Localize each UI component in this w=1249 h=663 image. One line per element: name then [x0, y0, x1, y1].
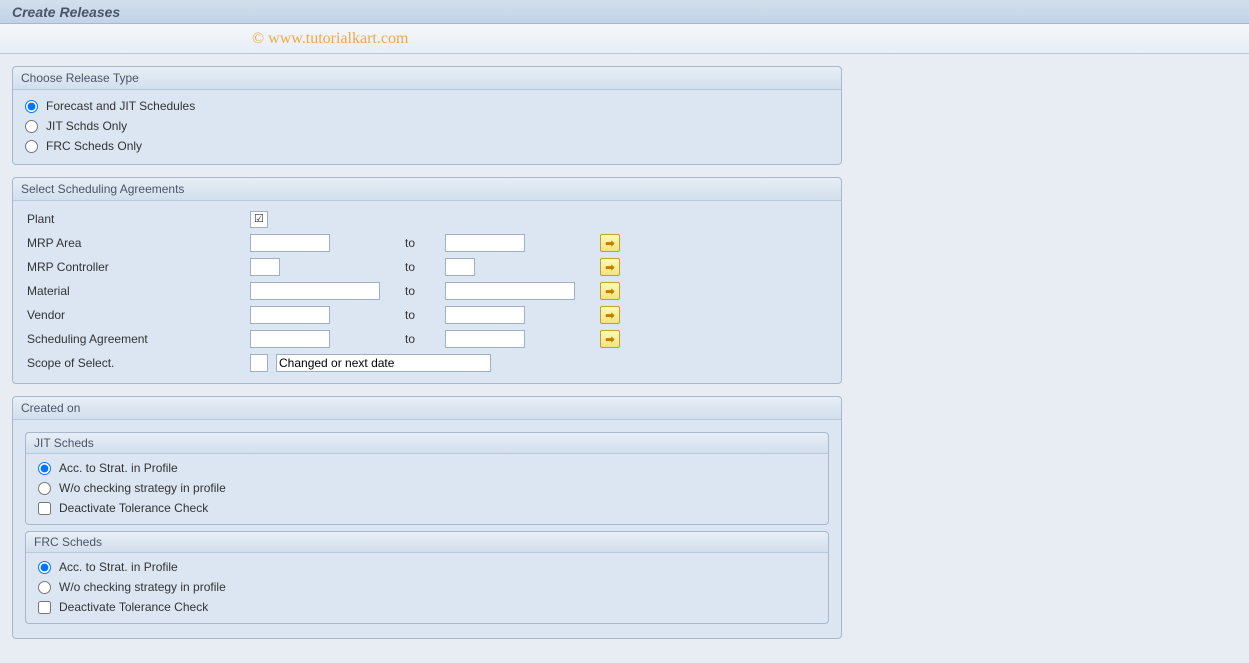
- radio-jit-only[interactable]: [25, 120, 38, 133]
- scope-text-input[interactable]: [276, 354, 491, 372]
- toolbar: © www.tutorialkart.com: [0, 24, 1249, 54]
- page-title: Create Releases: [12, 4, 120, 20]
- scheduling-agreements-title: Select Scheduling Agreements: [13, 178, 841, 201]
- radio-forecast-jit[interactable]: [25, 100, 38, 113]
- checkbox-jit-deactivate-tolerance[interactable]: [38, 502, 51, 515]
- mrp-controller-label: MRP Controller: [25, 260, 250, 274]
- material-from-input[interactable]: [250, 282, 380, 300]
- radio-frc-wo-checking[interactable]: [38, 581, 51, 594]
- title-bar: Create Releases: [0, 0, 1249, 24]
- to-label-2: to: [405, 260, 445, 274]
- to-label-4: to: [405, 308, 445, 322]
- created-on-content: JIT Scheds Acc. to Strat. in Profile W/o…: [13, 420, 841, 638]
- arrow-right-icon: ➡: [605, 309, 614, 322]
- created-on-group: Created on JIT Scheds Acc. to Strat. in …: [12, 396, 842, 639]
- to-label-5: to: [405, 332, 445, 346]
- release-type-group: Choose Release Type Forecast and JIT Sch…: [12, 66, 842, 165]
- material-to-input[interactable]: [445, 282, 575, 300]
- label-frc-acc-strat[interactable]: Acc. to Strat. in Profile: [59, 560, 178, 574]
- mrp-controller-from-input[interactable]: [250, 258, 280, 276]
- vendor-to-input[interactable]: [445, 306, 525, 324]
- vendor-from-input[interactable]: [250, 306, 330, 324]
- release-type-content: Forecast and JIT Schedules JIT Schds Onl…: [13, 90, 841, 164]
- frc-scheds-content: Acc. to Strat. in Profile W/o checking s…: [26, 553, 828, 623]
- vendor-label: Vendor: [25, 308, 250, 322]
- mrp-area-to-input[interactable]: [445, 234, 525, 252]
- scheduling-agreement-label: Scheduling Agreement: [25, 332, 250, 346]
- scope-label: Scope of Select.: [25, 356, 250, 370]
- radio-jit-wo-checking[interactable]: [38, 482, 51, 495]
- scope-code-input[interactable]: [250, 354, 268, 372]
- mrp-controller-multiselect-button[interactable]: ➡: [600, 258, 620, 276]
- radio-frc-acc-strat[interactable]: [38, 561, 51, 574]
- mrp-area-label: MRP Area: [25, 236, 250, 250]
- arrow-right-icon: ➡: [605, 237, 614, 250]
- label-jit-only[interactable]: JIT Schds Only: [46, 119, 127, 133]
- plant-checkbox[interactable]: ☑: [250, 211, 268, 228]
- to-label-1: to: [405, 236, 445, 250]
- label-jit-wo-checking[interactable]: W/o checking strategy in profile: [59, 481, 226, 495]
- watermark-text: © www.tutorialkart.com: [12, 30, 408, 48]
- content-area: Choose Release Type Forecast and JIT Sch…: [0, 54, 1249, 663]
- jit-scheds-content: Acc. to Strat. in Profile W/o checking s…: [26, 454, 828, 524]
- arrow-right-icon: ➡: [605, 261, 614, 274]
- mrp-controller-to-input[interactable]: [445, 258, 475, 276]
- label-frc-only[interactable]: FRC Scheds Only: [46, 139, 142, 153]
- scheduling-agreement-to-input[interactable]: [445, 330, 525, 348]
- frc-scheds-group: FRC Scheds Acc. to Strat. in Profile W/o…: [25, 531, 829, 624]
- jit-scheds-group: JIT Scheds Acc. to Strat. in Profile W/o…: [25, 432, 829, 525]
- frc-scheds-title: FRC Scheds: [26, 532, 828, 553]
- radio-jit-acc-strat[interactable]: [38, 462, 51, 475]
- release-type-title: Choose Release Type: [13, 67, 841, 90]
- material-label: Material: [25, 284, 250, 298]
- arrow-right-icon: ➡: [605, 333, 614, 346]
- plant-label: Plant: [25, 212, 250, 226]
- scheduling-agreements-content: Plant ☑ MRP Area to ➡ MRP Controller to: [13, 201, 841, 383]
- scheduling-agreements-group: Select Scheduling Agreements Plant ☑ MRP…: [12, 177, 842, 384]
- label-frc-wo-checking[interactable]: W/o checking strategy in profile: [59, 580, 226, 594]
- scheduling-agreement-multiselect-button[interactable]: ➡: [600, 330, 620, 348]
- created-on-title: Created on: [13, 397, 841, 420]
- label-jit-deactivate-tolerance[interactable]: Deactivate Tolerance Check: [59, 501, 208, 515]
- vendor-multiselect-button[interactable]: ➡: [600, 306, 620, 324]
- scheduling-agreement-from-input[interactable]: [250, 330, 330, 348]
- mrp-area-multiselect-button[interactable]: ➡: [600, 234, 620, 252]
- radio-frc-only[interactable]: [25, 140, 38, 153]
- label-frc-deactivate-tolerance[interactable]: Deactivate Tolerance Check: [59, 600, 208, 614]
- label-jit-acc-strat[interactable]: Acc. to Strat. in Profile: [59, 461, 178, 475]
- arrow-right-icon: ➡: [605, 285, 614, 298]
- label-forecast-jit[interactable]: Forecast and JIT Schedules: [46, 99, 195, 113]
- mrp-area-from-input[interactable]: [250, 234, 330, 252]
- jit-scheds-title: JIT Scheds: [26, 433, 828, 454]
- checkbox-frc-deactivate-tolerance[interactable]: [38, 601, 51, 614]
- material-multiselect-button[interactable]: ➡: [600, 282, 620, 300]
- to-label-3: to: [405, 284, 445, 298]
